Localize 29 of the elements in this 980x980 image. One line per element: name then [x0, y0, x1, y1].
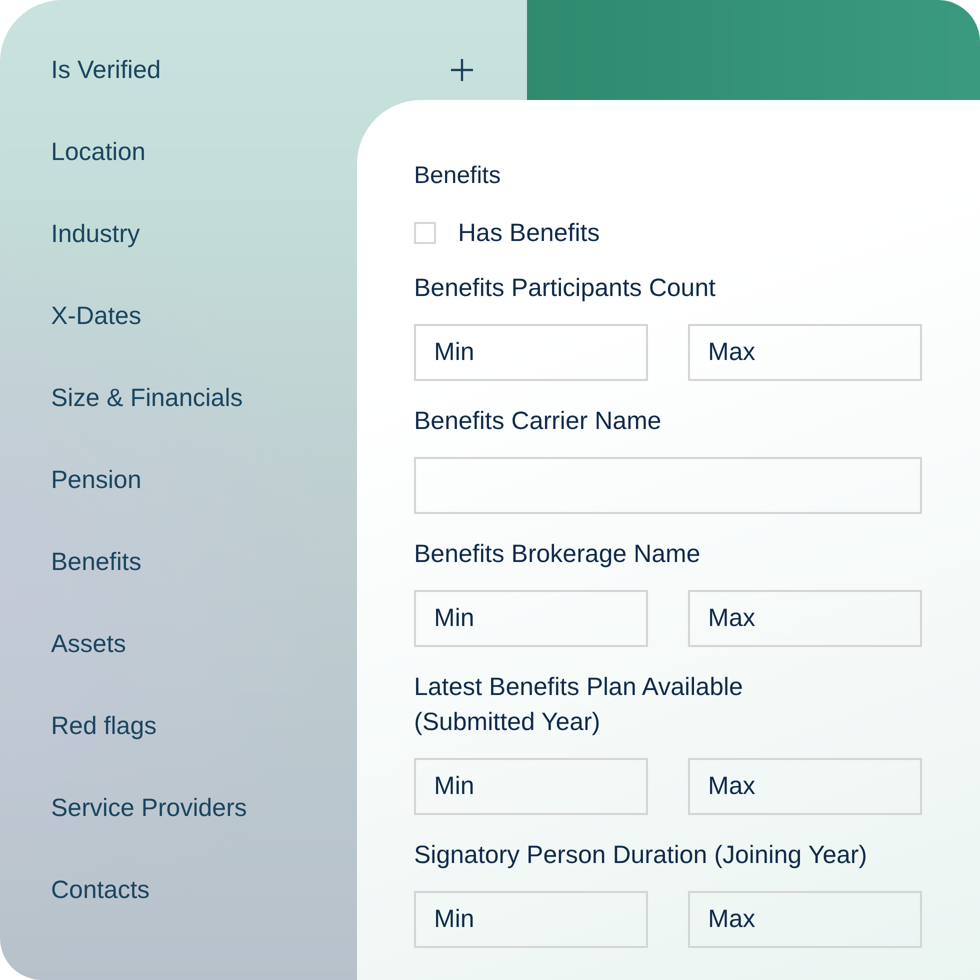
sidebar-item[interactable]: Service Providers	[51, 793, 247, 823]
sidebar-item[interactable]: Size & Financials	[51, 383, 243, 413]
checkbox-label: Has Benefits	[458, 218, 600, 248]
field-label: Benefits Brokerage Name	[414, 539, 702, 570]
sidebar-item[interactable]: Location	[51, 137, 146, 167]
min-input-field[interactable]: Min	[414, 891, 648, 948]
sidebar-item[interactable]: Assets	[51, 629, 126, 659]
field-label: Benefits Carrier Name	[414, 406, 662, 437]
section-title: Benefits	[414, 161, 502, 191]
text-input-field[interactable]	[414, 457, 922, 514]
sidebar-item[interactable]: Pension	[51, 465, 142, 495]
field-label: Signatory Person Duration (Joining Year)	[414, 840, 868, 871]
sidebar-item[interactable]: Benefits	[51, 547, 142, 577]
plus-icon[interactable]	[451, 59, 473, 81]
max-input-field[interactable]: Max	[688, 324, 922, 381]
sidebar-item[interactable]: Red flags	[51, 711, 157, 741]
field-label: Benefits Participants Count	[414, 273, 717, 304]
sidebar-item[interactable]: Contacts	[51, 875, 150, 905]
max-input-field[interactable]: Max	[688, 891, 922, 948]
sidebar-item[interactable]: Industry	[51, 219, 140, 249]
checkbox[interactable]	[414, 222, 436, 244]
min-input-field[interactable]: Min	[414, 324, 648, 381]
sidebar-item[interactable]: X-Dates	[51, 301, 142, 331]
field-label: Latest Benefits Plan Available (Submitted Year)	[414, 672, 744, 738]
max-input-field[interactable]: Max	[688, 590, 922, 647]
sidebar-item[interactable]: Is Verified	[51, 55, 161, 85]
max-input-field[interactable]: Max	[688, 758, 922, 815]
min-input-field[interactable]: Min	[414, 590, 648, 647]
min-input-field[interactable]: Min	[414, 758, 648, 815]
